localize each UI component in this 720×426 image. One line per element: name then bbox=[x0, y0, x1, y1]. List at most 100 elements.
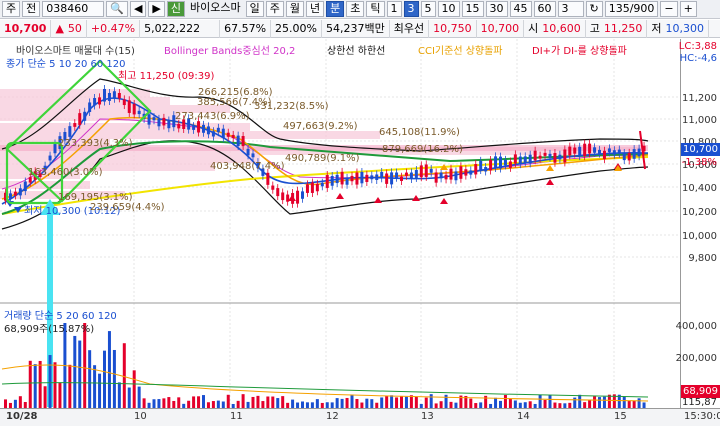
volume-bar bbox=[18, 396, 22, 408]
volume-bar bbox=[127, 387, 131, 408]
volume-bar bbox=[103, 350, 106, 408]
volume-bar bbox=[216, 400, 220, 408]
candle bbox=[365, 174, 369, 182]
period-tab-2[interactable]: 월 bbox=[285, 1, 304, 17]
volume-bar bbox=[38, 360, 42, 408]
volume-bar bbox=[137, 386, 141, 408]
open-price: 10,600 bbox=[538, 19, 586, 38]
volume-bar bbox=[142, 398, 146, 408]
volume-bar bbox=[73, 335, 77, 408]
volume-bar bbox=[340, 398, 344, 408]
candle bbox=[548, 153, 552, 158]
volume-bar bbox=[187, 400, 191, 408]
low-price: 10,300 bbox=[661, 19, 709, 38]
candle bbox=[390, 172, 394, 185]
period-tab-3[interactable]: 년 bbox=[306, 1, 325, 17]
bid-price: 10,700 bbox=[477, 19, 525, 38]
interval-button-5[interactable]: 30 bbox=[485, 1, 508, 17]
candle bbox=[617, 149, 621, 154]
candle bbox=[221, 128, 225, 138]
volume-profile-label: 163,460(3.0%) bbox=[28, 167, 103, 178]
volume-profile-label: 497,663(9.2%) bbox=[283, 121, 358, 132]
dmi-legend: DI+가 DI-를 상향돌파 bbox=[532, 46, 627, 57]
period-tab-6[interactable]: 틱 bbox=[366, 1, 385, 17]
volume-bar bbox=[53, 362, 57, 408]
volume-bar bbox=[593, 396, 597, 408]
volume-bar bbox=[58, 382, 62, 408]
market-select[interactable]: 주 bbox=[2, 1, 21, 17]
candle bbox=[107, 92, 111, 101]
volume-bar bbox=[444, 394, 448, 408]
lc-label: LC:3,88 bbox=[678, 41, 717, 52]
volume-profile-label: 403,948(7.4%) bbox=[210, 161, 285, 172]
buy-signal-arrow bbox=[440, 198, 448, 204]
count-display[interactable]: 135/900 bbox=[604, 1, 659, 17]
x-tick-2: 11 bbox=[230, 411, 243, 422]
candle bbox=[177, 123, 181, 129]
volume-bar bbox=[602, 396, 606, 408]
volume-bar bbox=[251, 396, 255, 408]
interval-button-3[interactable]: 10 bbox=[437, 1, 460, 17]
volume-bar bbox=[513, 400, 517, 408]
x-tick-3: 12 bbox=[326, 411, 339, 422]
candle bbox=[68, 126, 72, 137]
candle bbox=[563, 149, 567, 163]
volume-profile-label: 233,393(4.3%) bbox=[58, 138, 133, 149]
stock-code-input[interactable]: 038460 bbox=[42, 1, 105, 17]
search-icon[interactable]: 🔍 bbox=[106, 1, 128, 17]
x-tick-7: 15:30:0 bbox=[684, 411, 720, 422]
volume-bar bbox=[107, 331, 111, 408]
next-button[interactable]: ▶ bbox=[148, 1, 165, 17]
current-price-flag: 10,700 bbox=[681, 143, 720, 156]
interval-button-6[interactable]: 45 bbox=[509, 1, 532, 17]
interval-button-1[interactable]: 3 bbox=[403, 1, 419, 17]
y-tick-0: 11,200 bbox=[682, 93, 717, 104]
period-tab-1[interactable]: 주 bbox=[265, 1, 284, 17]
buy-signal-arrow bbox=[546, 179, 554, 185]
period-tab-4[interactable]: 분 bbox=[326, 1, 345, 17]
volume-bar bbox=[43, 386, 47, 408]
candle bbox=[538, 155, 542, 159]
candle bbox=[553, 152, 557, 163]
zoom-out-icon[interactable]: − bbox=[660, 1, 678, 17]
candle bbox=[632, 149, 636, 159]
volume-bar bbox=[68, 364, 72, 408]
candle bbox=[192, 126, 196, 130]
refresh-icon[interactable]: ↻ bbox=[585, 1, 603, 17]
volume-bar bbox=[355, 398, 359, 408]
volume-sub-label: 115,87 bbox=[682, 397, 717, 408]
x-tick-6: 15 bbox=[614, 411, 627, 422]
high-price: 11,250 bbox=[600, 19, 648, 38]
interval-select[interactable]: 3 bbox=[557, 1, 584, 17]
interval-button-4[interactable]: 15 bbox=[461, 1, 484, 17]
best-quote-label: 최우선 bbox=[390, 19, 430, 38]
bollinger-legend: Bollinger Bands중심선 20,2 bbox=[164, 46, 296, 57]
volume-bar bbox=[281, 396, 285, 408]
volume-bar bbox=[13, 399, 17, 408]
candle bbox=[112, 91, 116, 99]
prev-button[interactable]: ◀ bbox=[129, 1, 147, 17]
volume-bar bbox=[439, 401, 443, 408]
candle bbox=[73, 123, 77, 127]
candle bbox=[271, 185, 275, 190]
chart-area[interactable]: 바이오스마트 매물대 수(15) Bollinger Bands중심선 20,2… bbox=[0, 39, 680, 408]
interval-button-2[interactable]: 5 bbox=[420, 1, 436, 17]
mode-select[interactable]: 전 bbox=[22, 1, 41, 17]
interval-button-0[interactable]: 1 bbox=[386, 1, 402, 17]
period-tab-0[interactable]: 일 bbox=[245, 1, 264, 17]
period-tab-5[interactable]: 초 bbox=[346, 1, 365, 17]
candle bbox=[18, 188, 22, 196]
volume-profile-label: 490,789(9.1%) bbox=[285, 153, 360, 164]
volume-bar bbox=[365, 398, 369, 408]
volume-bar bbox=[132, 370, 136, 408]
buy-signal-arrow bbox=[336, 193, 344, 199]
price-chart[interactable] bbox=[0, 39, 680, 408]
zoom-in-icon[interactable]: + bbox=[679, 1, 697, 17]
volume-bar bbox=[152, 399, 156, 408]
volume-bar bbox=[117, 382, 121, 408]
interval-button-7[interactable]: 60 bbox=[533, 1, 556, 17]
candle bbox=[157, 118, 161, 127]
candle bbox=[404, 172, 408, 176]
volume-bar bbox=[197, 396, 201, 408]
candle bbox=[424, 164, 428, 177]
